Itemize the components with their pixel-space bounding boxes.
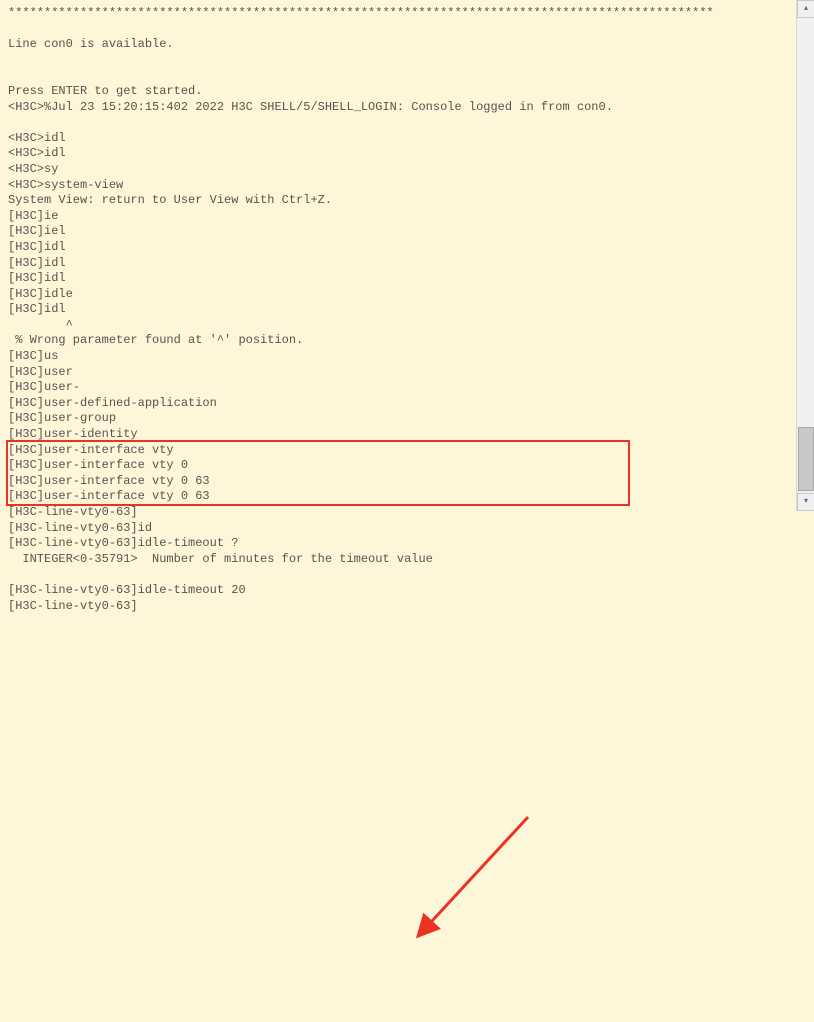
terminal-line: [H3C]iel xyxy=(8,224,788,240)
terminal-line: Press ENTER to get started. xyxy=(8,84,788,100)
terminal-line: INTEGER<0-35791> Number of minutes for t… xyxy=(8,552,788,568)
scroll-down-button[interactable]: ▾ xyxy=(797,493,814,511)
terminal-line: [H3C-line-vty0-63] xyxy=(8,599,788,615)
terminal-line: [H3C]idl xyxy=(8,256,788,272)
terminal-line: [H3C]user-interface vty xyxy=(8,443,788,459)
chevron-down-icon: ▾ xyxy=(804,497,808,507)
terminal-line: [H3C-line-vty0-63] xyxy=(8,505,788,521)
terminal-line: [H3C]user- xyxy=(8,380,788,396)
terminal-line: [H3C]user-group xyxy=(8,411,788,427)
chevron-up-icon: ▴ xyxy=(804,4,808,14)
terminal-output: ****************************************… xyxy=(0,0,796,511)
terminal-line: [H3C]idl xyxy=(8,271,788,287)
terminal-line: [H3C]user-defined-application xyxy=(8,396,788,412)
terminal-line: <H3C>sy xyxy=(8,162,788,178)
terminal-line xyxy=(8,22,788,38)
scrollbar-thumb[interactable] xyxy=(798,427,814,491)
terminal-line: [H3C]user xyxy=(8,365,788,381)
terminal-line xyxy=(8,115,788,131)
vertical-scrollbar[interactable]: ▴ ▾ xyxy=(796,0,814,511)
terminal-line: % Wrong parameter found at '^' position. xyxy=(8,333,788,349)
terminal-line: [H3C]us xyxy=(8,349,788,365)
terminal-line xyxy=(8,68,788,84)
terminal-line: ****************************************… xyxy=(8,6,788,22)
terminal-line: <H3C>system-view xyxy=(8,178,788,194)
terminal-line: [H3C]idl xyxy=(8,302,788,318)
terminal-line: [H3C]idl xyxy=(8,240,788,256)
terminal-line: [H3C]user-identity xyxy=(8,427,788,443)
terminal-line: Line con0 is available. xyxy=(8,37,788,53)
terminal-line: <H3C>%Jul 23 15:20:15:402 2022 H3C SHELL… xyxy=(8,100,788,116)
terminal-line: [H3C]ie xyxy=(8,209,788,225)
terminal-line: [H3C]idle xyxy=(8,287,788,303)
terminal-line: [H3C-line-vty0-63]id xyxy=(8,521,788,537)
scroll-up-button[interactable]: ▴ xyxy=(797,0,814,18)
terminal-line: [H3C-line-vty0-63]idle-timeout ? xyxy=(8,536,788,552)
terminal-line xyxy=(8,53,788,69)
terminal-line xyxy=(8,567,788,583)
terminal-line: [H3C]user-interface vty 0 63 xyxy=(8,474,788,490)
terminal-line: [H3C]user-interface vty 0 63 xyxy=(8,489,788,505)
terminal-line: <H3C>idl xyxy=(8,146,788,162)
terminal-line: [H3C-line-vty0-63]idle-timeout 20 xyxy=(8,583,788,599)
terminal-line: [H3C]user-interface vty 0 xyxy=(8,458,788,474)
terminal-line: <H3C>idl xyxy=(8,131,788,147)
terminal-line: System View: return to User View with Ct… xyxy=(8,193,788,209)
terminal-line: ^ xyxy=(8,318,788,334)
